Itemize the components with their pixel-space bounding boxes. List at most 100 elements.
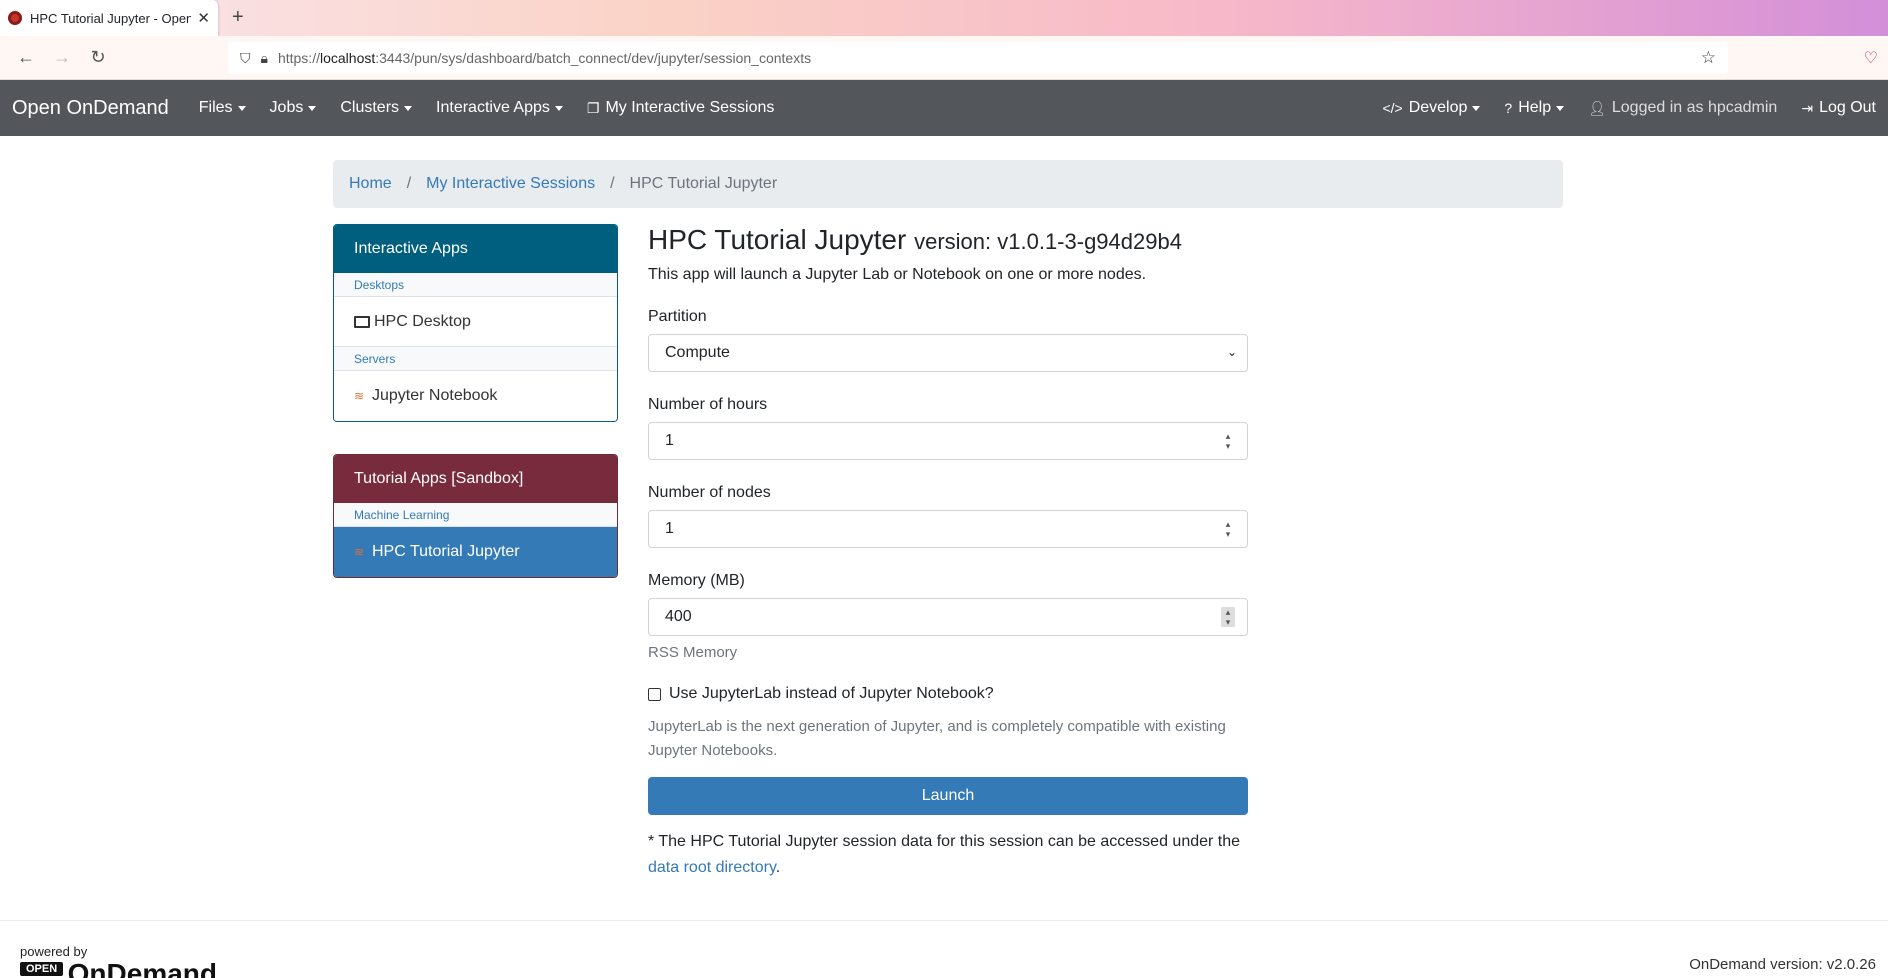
- footer-divider: [0, 920, 1888, 921]
- memory-help: RSS Memory: [648, 644, 738, 661]
- address-bar[interactable]: ⛉ 🔒︎ https://localhost:3443/pun/sys/dash…: [228, 42, 1728, 74]
- interactive-apps-label: Interactive Apps: [436, 99, 550, 116]
- breadcrumb-sessions[interactable]: My Interactive Sessions: [426, 175, 595, 193]
- pocket-icon[interactable]: ♡: [1864, 48, 1878, 68]
- sign-out-icon: ⇥: [1801, 99, 1814, 116]
- my-sessions-label: My Interactive Sessions: [605, 99, 775, 116]
- ondemand-logo[interactable]: OPEN OnDemand: [20, 962, 240, 978]
- jupyter-icon: ≋: [354, 545, 365, 559]
- partition-label: Partition: [648, 308, 707, 325]
- page-title: HPC Tutorial Jupyter version: v1.0.1-3-g…: [648, 224, 1248, 256]
- develop-menu[interactable]: </> Develop: [1382, 99, 1481, 117]
- breadcrumb: Home / My Interactive Sessions / HPC Tut…: [333, 160, 1563, 208]
- jupyterlab-checkbox[interactable]: [648, 687, 661, 701]
- jupyterlab-help-line2: Jupyter Notebooks.: [648, 742, 778, 759]
- jupyter-icon: ≋: [354, 389, 365, 403]
- memory-input[interactable]: 400 ▴ ▾: [648, 598, 1248, 636]
- partition-select[interactable]: Compute ⌄: [648, 334, 1248, 372]
- jobs-menu[interactable]: Jobs: [270, 99, 317, 117]
- caret-down-icon: [1556, 105, 1565, 111]
- browser-tabbar: HPC Tutorial Jupyter - Open On ✕ +: [0, 0, 1888, 36]
- memory-value: 400: [665, 608, 692, 625]
- sidebar-item-hpc-desktop[interactable]: HPC Desktop: [334, 297, 617, 347]
- files-menu[interactable]: Files: [199, 99, 246, 117]
- powered-by: powered by: [20, 944, 88, 959]
- desktop-icon: [354, 315, 370, 328]
- help-label: Help: [1518, 99, 1552, 116]
- forward-arrow-icon[interactable]: →: [48, 47, 76, 68]
- develop-label: Develop: [1408, 99, 1468, 116]
- url-host: localhost: [319, 50, 376, 66]
- category-servers: Servers: [334, 347, 617, 371]
- sidebar-item-label: Jupyter Notebook: [372, 387, 498, 404]
- tab-title: HPC Tutorial Jupyter - Open On: [30, 10, 192, 26]
- help-menu[interactable]: ? Help: [1504, 99, 1565, 117]
- category-desktops: Desktops: [334, 273, 617, 297]
- code-icon: </>: [1382, 100, 1403, 116]
- breadcrumb-home[interactable]: Home: [349, 175, 392, 193]
- bookmark-star-icon[interactable]: ☆: [1701, 48, 1716, 68]
- sidebar: Interactive Apps Desktops HPC Desktop Se…: [333, 224, 618, 610]
- interactive-apps-menu[interactable]: Interactive Apps: [436, 99, 563, 117]
- hours-value: 1: [665, 432, 674, 449]
- caret-down-icon: [554, 105, 563, 111]
- jupyterlab-label: Use JupyterLab instead of Jupyter Notebo…: [669, 685, 994, 702]
- back-arrow-icon[interactable]: ←: [12, 47, 40, 68]
- logout-link[interactable]: ⇥ Log Out: [1801, 99, 1876, 117]
- ondemand-version: OnDemand version: v2.0.26: [1689, 956, 1876, 973]
- category-machine-learning: Machine Learning: [334, 503, 617, 527]
- user-icon: 👤︎: [1588, 99, 1606, 116]
- logged-in-label: Logged in as hpcadmin: [1611, 99, 1778, 116]
- jupyterlab-help: JupyterLab is the next generation of Jup…: [648, 715, 1248, 763]
- nodes-input[interactable]: 1 ▴ ▾: [648, 510, 1248, 548]
- breadcrumb-current: HPC Tutorial Jupyter: [629, 175, 778, 192]
- jupyterlab-help-line1: JupyterLab is the next generation of Jup…: [648, 718, 1226, 735]
- app-title: HPC Tutorial Jupyter: [648, 224, 907, 255]
- clusters-label: Clusters: [340, 99, 400, 116]
- reload-icon[interactable]: ↻: [84, 47, 112, 68]
- data-root-link[interactable]: data root directory: [648, 859, 776, 876]
- breadcrumb-separator: /: [406, 175, 412, 192]
- spinner-icon[interactable]: ▴ ▾: [1221, 431, 1235, 451]
- panel-title: Tutorial Apps [Sandbox]: [334, 455, 617, 503]
- page-container: Home / My Interactive Sessions / HPC Tut…: [333, 160, 1563, 876]
- my-sessions-link[interactable]: ❐ My Interactive Sessions: [587, 99, 775, 117]
- nodes-label: Number of nodes: [648, 484, 771, 501]
- interactive-apps-panel: Interactive Apps Desktops HPC Desktop Se…: [333, 224, 618, 422]
- lock-icon[interactable]: 🔒︎: [261, 50, 268, 67]
- launch-button[interactable]: Launch: [648, 777, 1248, 815]
- hours-label: Number of hours: [648, 396, 768, 413]
- caret-down-icon: [237, 105, 246, 111]
- question-circle-icon: ?: [1504, 100, 1513, 116]
- url-path: :3443/pun/sys/dashboard/batch_connect/de…: [375, 50, 812, 66]
- breadcrumb-separator: /: [610, 175, 615, 192]
- files-label: Files: [198, 99, 233, 116]
- new-tab-button[interactable]: +: [232, 6, 244, 29]
- close-tab-icon[interactable]: ✕: [197, 9, 210, 27]
- sessions-icon: ❐: [586, 99, 600, 116]
- app-version: version: v1.0.1-3-g94d29b4: [914, 229, 1182, 254]
- jupyterlab-option[interactable]: Use JupyterLab instead of Jupyter Notebo…: [648, 685, 1248, 703]
- data-root-note: * The HPC Tutorial Jupyter session data …: [648, 829, 1248, 881]
- note-text: * The HPC Tutorial Jupyter session data …: [648, 833, 1241, 850]
- browser-tab[interactable]: HPC Tutorial Jupyter - Open On ✕: [0, 0, 218, 36]
- brand-link[interactable]: Open OnDemand: [12, 97, 169, 120]
- spinner-icon[interactable]: ▴ ▾: [1221, 607, 1235, 627]
- ondemand-favicon-icon: [8, 11, 22, 25]
- note-end: .: [775, 859, 781, 876]
- spinner-icon[interactable]: ▴ ▾: [1221, 519, 1235, 539]
- sidebar-item-hpc-tutorial-jupyter[interactable]: ≋ HPC Tutorial Jupyter: [334, 527, 617, 577]
- nodes-value: 1: [665, 520, 674, 537]
- panel-title: Interactive Apps: [334, 225, 617, 273]
- url-prefix: https://: [277, 50, 320, 66]
- ood-navbar: Open OnDemand Files Jobs Clusters Intera…: [0, 80, 1888, 136]
- logo-ondemand: OnDemand: [67, 962, 217, 978]
- hours-input[interactable]: 1 ▴ ▾: [648, 422, 1248, 460]
- shield-icon[interactable]: ⛉: [240, 50, 251, 67]
- app-description: This app will launch a Jupyter Lab or No…: [648, 266, 1147, 283]
- caret-down-icon: [404, 105, 413, 111]
- caret-down-icon: [308, 105, 317, 111]
- sidebar-item-jupyter-notebook[interactable]: ≋ Jupyter Notebook: [334, 371, 617, 421]
- memory-label: Memory (MB): [648, 572, 745, 589]
- clusters-menu[interactable]: Clusters: [340, 99, 413, 117]
